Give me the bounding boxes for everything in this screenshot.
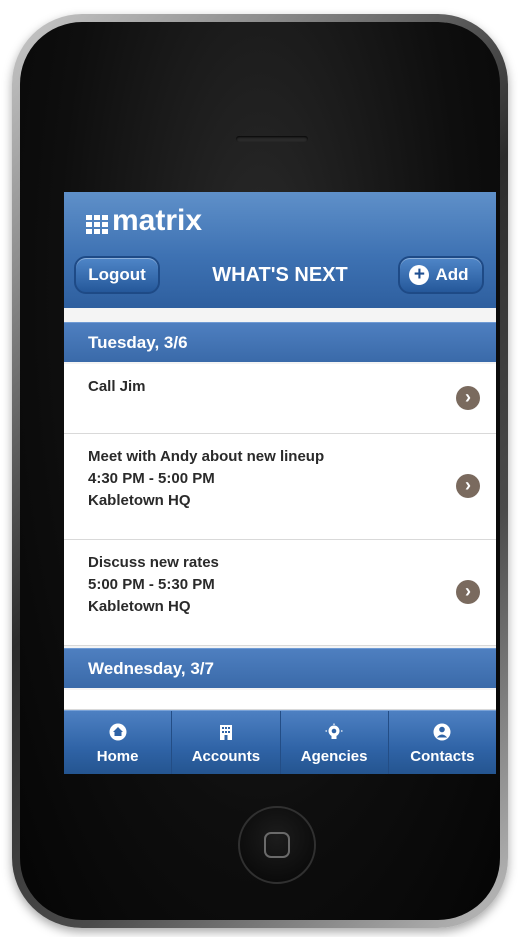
day-header-wednesday: Wednesday, 3/7 bbox=[64, 648, 496, 688]
home-icon bbox=[108, 722, 128, 742]
matrix-logo: matrix bbox=[86, 204, 202, 238]
item-location: Kabletown HQ bbox=[88, 598, 191, 615]
add-button[interactable]: + Add bbox=[398, 256, 484, 294]
logout-button[interactable]: Logout bbox=[74, 256, 160, 294]
item-location: Kabletown HQ bbox=[88, 492, 191, 509]
page-title: WHAT'S NEXT bbox=[212, 264, 348, 286]
item-title: Meet with Andy about new lineup bbox=[88, 448, 325, 465]
tab-agencies[interactable]: Agencies bbox=[281, 711, 389, 774]
tab-label: Agencies bbox=[300, 747, 368, 765]
phone-frame: matrix Logout WHAT'S NEXT + Add Tuesday,… bbox=[12, 14, 508, 928]
logo-text: matrix bbox=[112, 204, 203, 237]
app-screen: matrix Logout WHAT'S NEXT + Add Tuesday,… bbox=[64, 192, 496, 774]
tab-label: Contacts bbox=[410, 747, 475, 765]
item-title: Discuss new rates bbox=[88, 554, 219, 571]
earpiece-speaker bbox=[236, 136, 308, 142]
item-time: 4:30 PM - 5:00 PM bbox=[88, 470, 215, 487]
chevron-right-icon[interactable]: › bbox=[456, 386, 480, 410]
chevron-right-icon[interactable]: › bbox=[456, 474, 480, 498]
tab-home[interactable]: Home bbox=[64, 711, 173, 774]
list-item[interactable]: Call Jim › bbox=[64, 364, 496, 434]
tab-bar: Home Accounts Agencies Contacts bbox=[64, 710, 496, 774]
item-title: Call Jim bbox=[88, 378, 146, 395]
tab-accounts[interactable]: Accounts bbox=[172, 711, 281, 774]
tab-label: Accounts bbox=[191, 747, 261, 765]
item-time: 5:00 PM - 5:30 PM bbox=[88, 576, 215, 593]
list-item[interactable]: Meet with Andy about new lineup 4:30 PM … bbox=[64, 434, 496, 540]
chevron-right-icon[interactable]: › bbox=[456, 580, 480, 604]
tab-label: Home bbox=[96, 747, 139, 765]
list-item bbox=[64, 690, 496, 710]
home-hardware-button[interactable] bbox=[238, 806, 316, 884]
building-icon bbox=[216, 722, 236, 742]
tab-contacts[interactable]: Contacts bbox=[389, 711, 496, 774]
app-header: matrix Logout WHAT'S NEXT + Add bbox=[64, 192, 496, 308]
day-header-tuesday: Tuesday, 3/6 bbox=[64, 322, 496, 362]
lightbulb-icon bbox=[324, 722, 344, 742]
list-item[interactable]: Discuss new rates 5:00 PM - 5:30 PM Kabl… bbox=[64, 540, 496, 646]
add-label: Add bbox=[435, 265, 469, 284]
person-icon bbox=[432, 722, 452, 742]
logout-label: Logout bbox=[88, 265, 146, 284]
plus-icon: + bbox=[409, 265, 430, 285]
grid-logo-icon bbox=[86, 214, 108, 234]
square-icon bbox=[264, 832, 290, 858]
